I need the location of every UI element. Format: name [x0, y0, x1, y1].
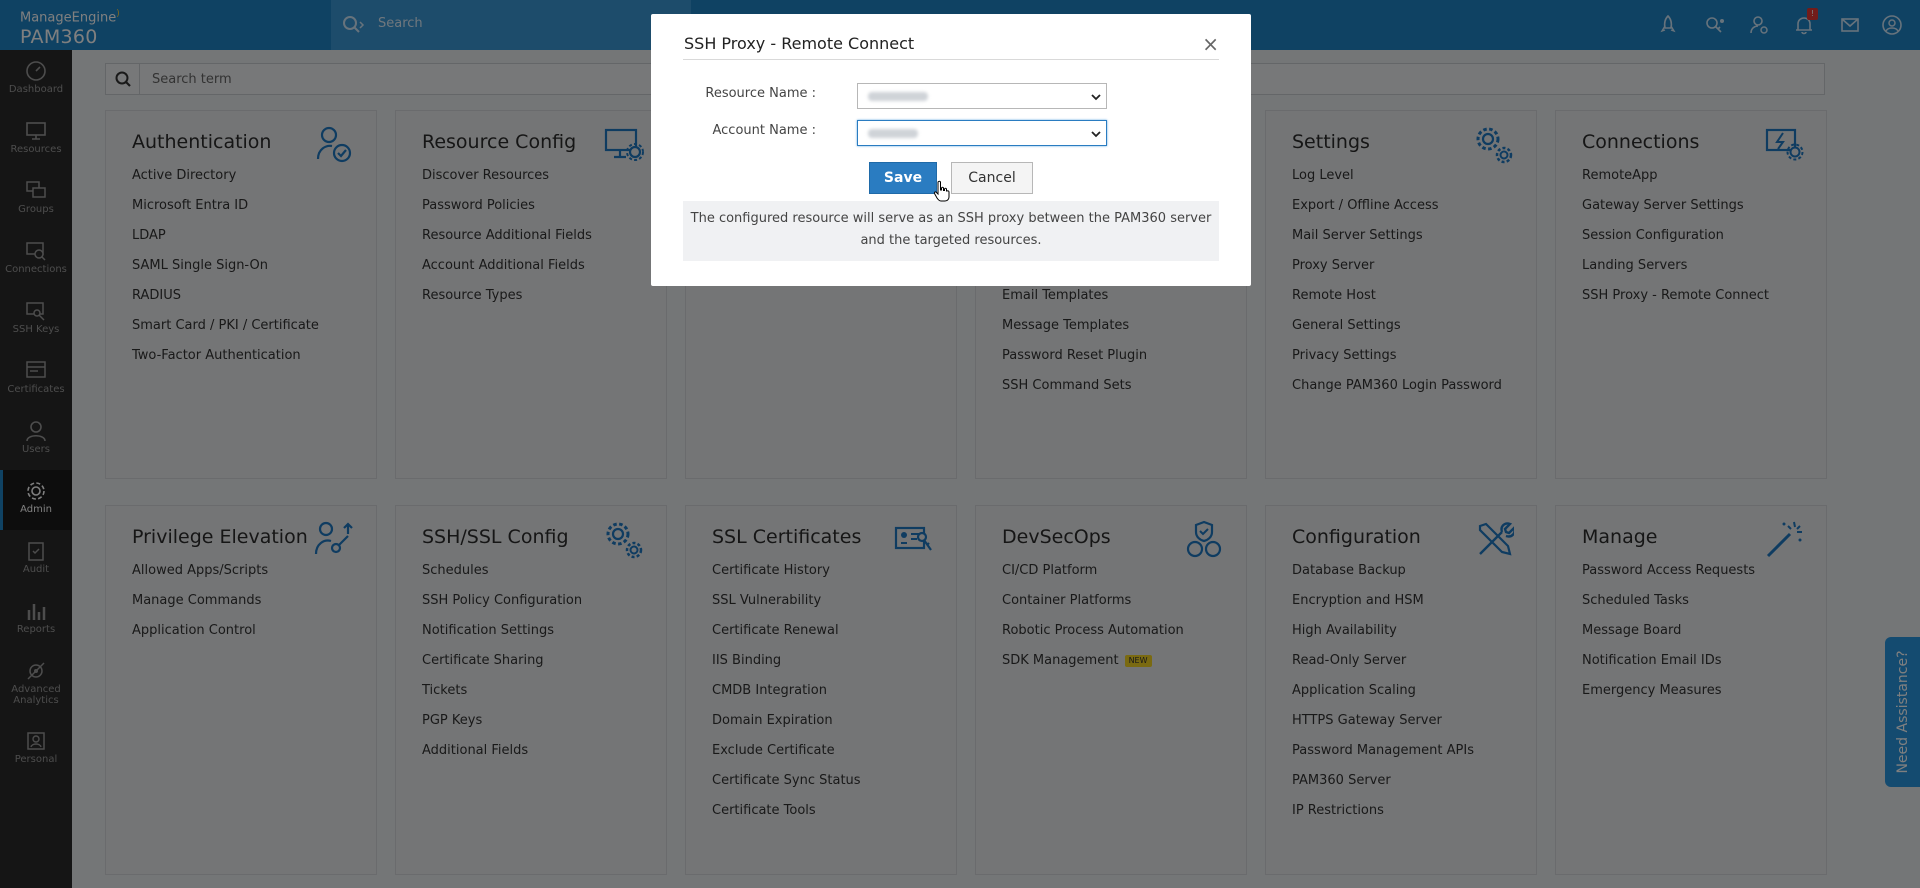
hand-cursor-icon [933, 180, 950, 202]
title-divider [683, 59, 1219, 60]
note-line-2: and the targeted resources. [860, 233, 1042, 248]
cancel-button[interactable]: Cancel [951, 162, 1033, 194]
ssh-proxy-dialog: SSH Proxy - Remote Connect × Resource Na… [651, 14, 1251, 286]
save-button[interactable]: Save [869, 162, 937, 194]
resource-name-label: Resource Name : [705, 86, 816, 101]
close-icon[interactable]: × [1202, 32, 1219, 56]
account-name-select[interactable] [857, 120, 1107, 146]
dialog-title: SSH Proxy - Remote Connect [684, 34, 915, 53]
account-name-value-blurred [868, 129, 918, 138]
note-line-1: The configured resource will serve as an… [690, 211, 1212, 226]
resource-name-select[interactable] [857, 83, 1107, 109]
account-name-label: Account Name : [712, 123, 817, 138]
info-note: The configured resource will serve as an… [683, 201, 1219, 261]
chevron-down-icon [1091, 94, 1101, 101]
resource-name-value-blurred [868, 92, 928, 101]
chevron-down-icon [1091, 131, 1101, 138]
